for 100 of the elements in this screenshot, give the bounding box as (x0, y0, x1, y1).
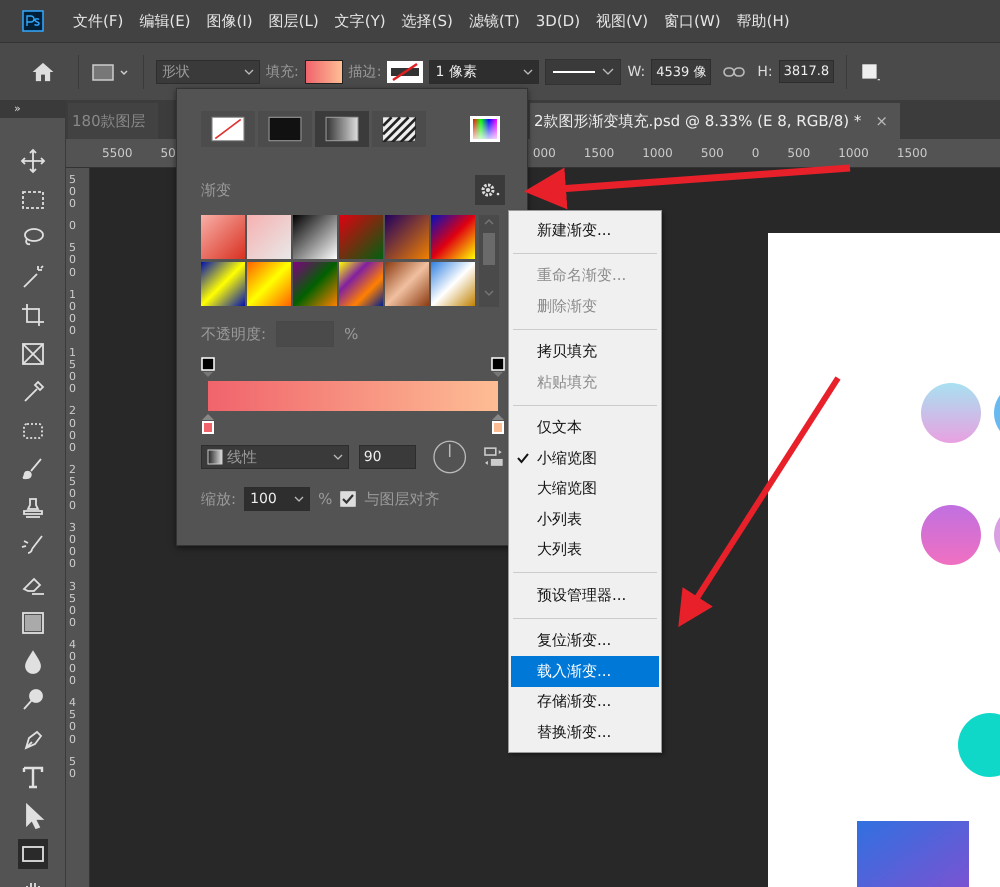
stroke-width-dropdown[interactable]: 1 像素 (429, 60, 540, 84)
menu-item[interactable]: 拷贝填充 (511, 336, 659, 367)
line-style-dropdown[interactable] (545, 58, 622, 84)
menu-item[interactable]: 小缩览图 (511, 443, 659, 474)
opacity-label: 不透明度: (201, 324, 266, 344)
menu-item[interactable]: 新建渐变... (511, 215, 659, 246)
angle-field[interactable]: 90 (358, 445, 416, 469)
width-label: W: (627, 64, 646, 80)
height-field[interactable]: 3817.8 (778, 60, 834, 83)
caret-icon (294, 496, 304, 502)
scrollbar[interactable] (479, 215, 499, 307)
none-fill-button[interactable] (201, 111, 255, 147)
style-dropdown[interactable]: 线性 (201, 445, 349, 469)
gradient-swatch[interactable] (431, 262, 475, 306)
color-picker-icon[interactable] (469, 115, 501, 143)
menu-item[interactable]: 图像(I) (200, 12, 260, 30)
app-logo-icon (22, 10, 44, 32)
menu-item[interactable]: 选择(S) (394, 12, 460, 30)
ruler-label: 500 (69, 242, 77, 279)
menu-item[interactable]: 大缩览图 (511, 474, 659, 504)
ruler-label: 1500 (896, 146, 928, 160)
stroke-swatch[interactable] (387, 60, 424, 82)
gradient-swatch[interactable] (385, 215, 429, 259)
menu-item[interactable]: 预设管理器... (511, 580, 659, 610)
settings-icon[interactable] (475, 175, 505, 205)
reverse-icon[interactable] (483, 446, 505, 468)
percent-label: % (318, 490, 332, 508)
menu-item[interactable]: 复位渐变... (511, 626, 659, 656)
gradient-swatch[interactable] (247, 262, 291, 306)
solid-fill-button[interactable] (258, 111, 312, 147)
ruler-label: 1500 (584, 146, 614, 160)
fill-swatch[interactable] (304, 60, 343, 84)
gradient-swatch[interactable] (385, 262, 429, 306)
ruler-label: 000 (532, 146, 556, 160)
menu-item[interactable]: 文字(Y) (328, 12, 393, 30)
menu-item[interactable]: 编辑(E) (132, 12, 198, 30)
menu-item[interactable]: 小列表 (511, 504, 659, 534)
ruler-label: 4500 (69, 697, 77, 746)
ruler-label: 50 (69, 756, 77, 780)
color-stop-icon[interactable] (201, 413, 215, 435)
caret-icon (332, 454, 343, 460)
menu-item[interactable]: 帮助(H) (730, 12, 797, 30)
gradient-swatch[interactable] (339, 262, 383, 306)
caret-icon (523, 68, 534, 74)
gradient-swatch[interactable] (201, 215, 245, 259)
ruler-label: 3000 (69, 522, 77, 571)
ruler-label: 0 (752, 146, 760, 160)
rect-tool-icon[interactable] (18, 839, 48, 869)
mode-dropdown[interactable]: 形状 (156, 60, 260, 84)
ruler-label: 1500 (69, 347, 77, 396)
menu-item[interactable]: 仅文本 (511, 412, 659, 443)
gradient-swatch[interactable] (247, 215, 291, 259)
width-field[interactable]: 4539 像 (651, 58, 712, 84)
color-stop-icon[interactable] (491, 413, 505, 435)
panel-title: 渐变 (201, 180, 231, 200)
ruler-label: 1000 (69, 288, 77, 338)
ruler-label: 5500 (102, 146, 133, 160)
menu-item[interactable]: 3D(D) (528, 12, 588, 30)
ruler-label: 1000 (642, 146, 673, 160)
ruler-label: 50 (160, 146, 176, 160)
close-icon[interactable]: × (875, 112, 888, 130)
gradient-icon (207, 449, 223, 465)
percent-label: % (344, 325, 358, 343)
gradient-fill-button[interactable] (315, 111, 369, 147)
caret-icon (244, 68, 254, 74)
ruler-label: 1000 (838, 146, 869, 160)
menu-item[interactable]: 大列表 (511, 534, 659, 565)
ruler-label: 500 (700, 146, 724, 160)
menu-item[interactable]: 窗口(W) (657, 12, 728, 30)
menu-item[interactable]: 图层(L) (262, 12, 326, 30)
opacity-stop-icon[interactable] (201, 357, 215, 379)
stroke-label: 描边: (348, 62, 382, 80)
ruler-label: 3500 (69, 580, 77, 629)
gradient-swatch[interactable] (201, 262, 245, 306)
scale-field[interactable]: 100 (244, 487, 310, 511)
document-tab[interactable]: 2款图形渐变填充.psd @ 8.33% (E 8, RGB/8) * × (530, 103, 900, 140)
ruler-label: 2500 (69, 464, 77, 512)
gradient-swatch[interactable] (431, 215, 475, 259)
pattern-fill-button[interactable] (372, 111, 426, 147)
circle-shape (921, 383, 981, 443)
angle-dial-icon[interactable] (432, 439, 468, 475)
menu-item[interactable]: 载入渐变... (511, 656, 659, 686)
ruler-label: 500 (69, 174, 77, 210)
gradient-swatch[interactable] (293, 215, 337, 259)
menu-item[interactable]: 滤镜(T) (462, 12, 527, 30)
link-icon[interactable] (723, 66, 746, 78)
menu-item[interactable]: 视图(V) (589, 12, 656, 30)
ruler-label: 4000 (69, 638, 77, 688)
menu-item[interactable]: 替换渐变... (511, 717, 659, 748)
circle-shape (921, 505, 981, 565)
opacity-stop-icon[interactable] (491, 357, 505, 379)
menu-item[interactable]: 文件(F) (66, 12, 130, 30)
fill-label: 填充: (266, 62, 299, 80)
align-checkbox[interactable] (340, 491, 356, 507)
menu-item[interactable]: 存储渐变... (511, 686, 659, 717)
scale-label: 缩放: (201, 490, 236, 508)
ruler-label: 500 (787, 146, 810, 160)
gradient-swatch[interactable] (293, 262, 337, 306)
gradient-swatch[interactable] (339, 215, 383, 259)
panel-toggle[interactable]: » (0, 100, 65, 118)
